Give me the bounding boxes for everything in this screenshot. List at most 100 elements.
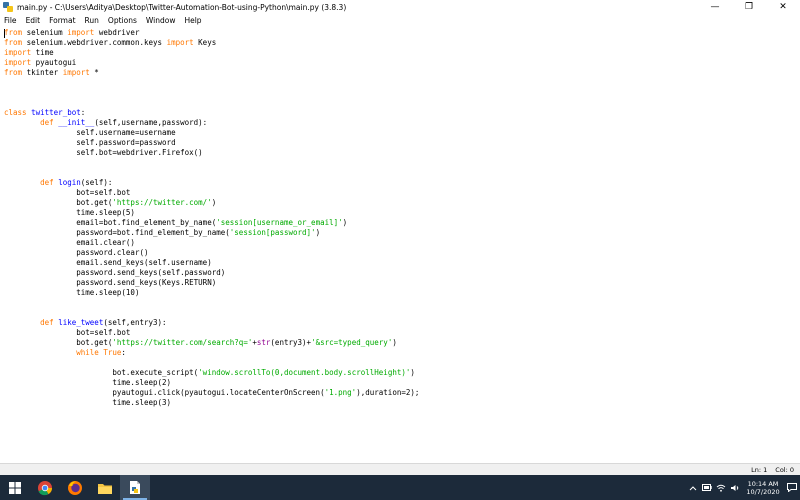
code-token: ) — [342, 218, 348, 227]
code-line[interactable]: self.password=password — [4, 138, 419, 148]
code-token: time.sleep(2) — [4, 378, 172, 387]
code-token: (entry3)+ — [270, 338, 312, 347]
code-token: password.send_keys(self.password) — [4, 268, 226, 277]
clock-date: 10/7/2020 — [746, 487, 780, 496]
code-line[interactable]: time.sleep(5) — [4, 208, 419, 218]
code-line[interactable]: password=bot.find_element_by_name('sessi… — [4, 228, 419, 238]
code-token: import — [166, 38, 194, 47]
code-token: '&src=typed_query' — [311, 338, 393, 347]
system-tray: 10:14 AM 10/7/2020 — [686, 475, 800, 500]
code-line[interactable]: def like_tweet(self,entry3): — [4, 318, 419, 328]
menu-help[interactable]: Help — [184, 16, 201, 25]
menu-window[interactable]: Window — [146, 16, 176, 25]
menu-bar: File Edit Format Run Options Window Help — [0, 14, 800, 27]
code-line[interactable]: class twitter_bot: — [4, 108, 419, 118]
code-token: password.send_keys(Keys.RETURN) — [4, 278, 217, 287]
code-line[interactable] — [4, 158, 419, 168]
menu-run[interactable]: Run — [85, 16, 99, 25]
code-line[interactable]: from selenium.webdriver.common.keys impo… — [4, 38, 419, 48]
menu-file[interactable]: File — [4, 16, 17, 25]
code-token: from — [4, 38, 23, 47]
code-line[interactable]: while True: — [4, 348, 419, 358]
code-editor[interactable]: from selenium import webdriver from selen… — [0, 27, 800, 463]
battery-icon[interactable] — [700, 475, 714, 500]
code-line[interactable]: password.send_keys(Keys.RETURN) — [4, 278, 419, 288]
start-button[interactable] — [0, 475, 30, 500]
code-token: self.bot=webdriver.Firefox() — [4, 148, 203, 157]
code-token: 'https://twitter.com/' — [112, 198, 212, 207]
code-line[interactable] — [4, 358, 419, 368]
minimize-button[interactable]: — — [698, 0, 732, 14]
code-line[interactable]: def login(self): — [4, 178, 419, 188]
code-line[interactable]: import time — [4, 48, 419, 58]
window-controls: — ❐ ✕ — [698, 0, 800, 14]
menu-format[interactable]: Format — [49, 16, 75, 25]
code-line[interactable]: from selenium import webdriver — [4, 28, 419, 38]
windows-logo-icon — [9, 481, 21, 494]
code-token: ) — [410, 368, 415, 377]
code-token: * — [89, 68, 99, 77]
code-token: import — [4, 48, 32, 57]
taskbar-app-explorer[interactable] — [90, 475, 120, 500]
code-line[interactable]: import pyautogui — [4, 58, 419, 68]
code-line[interactable] — [4, 308, 419, 318]
code-token: twitter_bot — [31, 108, 81, 117]
taskbar-clock[interactable]: 10:14 AM 10/7/2020 — [742, 480, 784, 496]
menu-edit[interactable]: Edit — [26, 16, 41, 25]
close-button[interactable]: ✕ — [766, 0, 800, 14]
code-line[interactable]: bot.execute_script('window.scrollTo(0,do… — [4, 368, 419, 378]
clock-time: 10:14 AM — [747, 479, 779, 488]
maximize-button[interactable]: ❐ — [732, 0, 766, 14]
code-token: 'window.scrollTo(0,document.body.scrollH… — [198, 368, 411, 377]
code-line[interactable]: bot=self.bot — [4, 328, 419, 338]
code-line[interactable]: email.send_keys(self.username) — [4, 258, 419, 268]
window-title: main.py - C:\Users\Aditya\Desktop\Twitte… — [17, 2, 347, 12]
code-line[interactable]: bot.get('https://twitter.com/') — [4, 198, 419, 208]
code-line[interactable]: time.sleep(10) — [4, 288, 419, 298]
code-line[interactable]: email.clear() — [4, 238, 419, 248]
code-token: from — [4, 28, 23, 37]
code-line[interactable]: from tkinter import * — [4, 68, 419, 78]
notification-icon[interactable] — [784, 475, 800, 500]
code-line[interactable]: time.sleep(2) — [4, 378, 419, 388]
code-line[interactable]: self.username=username — [4, 128, 419, 138]
code-token: email.send_keys(self.username) — [4, 258, 212, 267]
code-token: 'https://twitter.com/search?q=' — [112, 338, 253, 347]
code-token: self.password=password — [4, 138, 176, 147]
code-token: (self,username,password): — [94, 118, 208, 127]
code-token: 'session[username_or_email]' — [216, 218, 343, 227]
code-line[interactable] — [4, 88, 419, 98]
code-line[interactable]: password.send_keys(self.password) — [4, 268, 419, 278]
code-token: Keys — [193, 38, 217, 47]
code-text[interactable]: from selenium import webdriver from selen… — [4, 28, 419, 408]
code-token: : — [80, 108, 86, 117]
taskbar-app-chrome[interactable] — [30, 475, 60, 500]
code-token: bot.get( — [4, 198, 113, 207]
menu-options[interactable]: Options — [108, 16, 137, 25]
volume-icon[interactable] — [728, 475, 742, 500]
code-token: def — [40, 178, 54, 187]
code-line[interactable]: bot=self.bot — [4, 188, 419, 198]
code-token: password.clear() — [4, 248, 149, 257]
code-line[interactable]: email=bot.find_element_by_name('session[… — [4, 218, 419, 228]
taskbar-app-idle[interactable] — [120, 475, 150, 500]
code-token: : — [121, 348, 126, 357]
code-line[interactable]: time.sleep(3) — [4, 398, 419, 408]
code-line[interactable]: pyautogui.click(pyautogui.locateCenterOn… — [4, 388, 419, 398]
chevron-up-icon[interactable] — [686, 475, 700, 500]
status-col: Col: 0 — [775, 465, 794, 474]
taskbar-app-firefox[interactable] — [60, 475, 90, 500]
code-token: bot.get( — [4, 338, 113, 347]
code-line[interactable]: password.clear() — [4, 248, 419, 258]
code-line[interactable]: def __init__(self,username,password): — [4, 118, 419, 128]
wifi-icon[interactable] — [714, 475, 728, 500]
code-line[interactable]: self.bot=webdriver.Firefox() — [4, 148, 419, 158]
code-token: import — [67, 28, 95, 37]
code-line[interactable] — [4, 298, 419, 308]
code-line[interactable] — [4, 78, 419, 88]
code-token: import — [62, 68, 90, 77]
code-line[interactable] — [4, 168, 419, 178]
code-line[interactable] — [4, 98, 419, 108]
code-line[interactable]: bot.get('https://twitter.com/search?q='+… — [4, 338, 419, 348]
